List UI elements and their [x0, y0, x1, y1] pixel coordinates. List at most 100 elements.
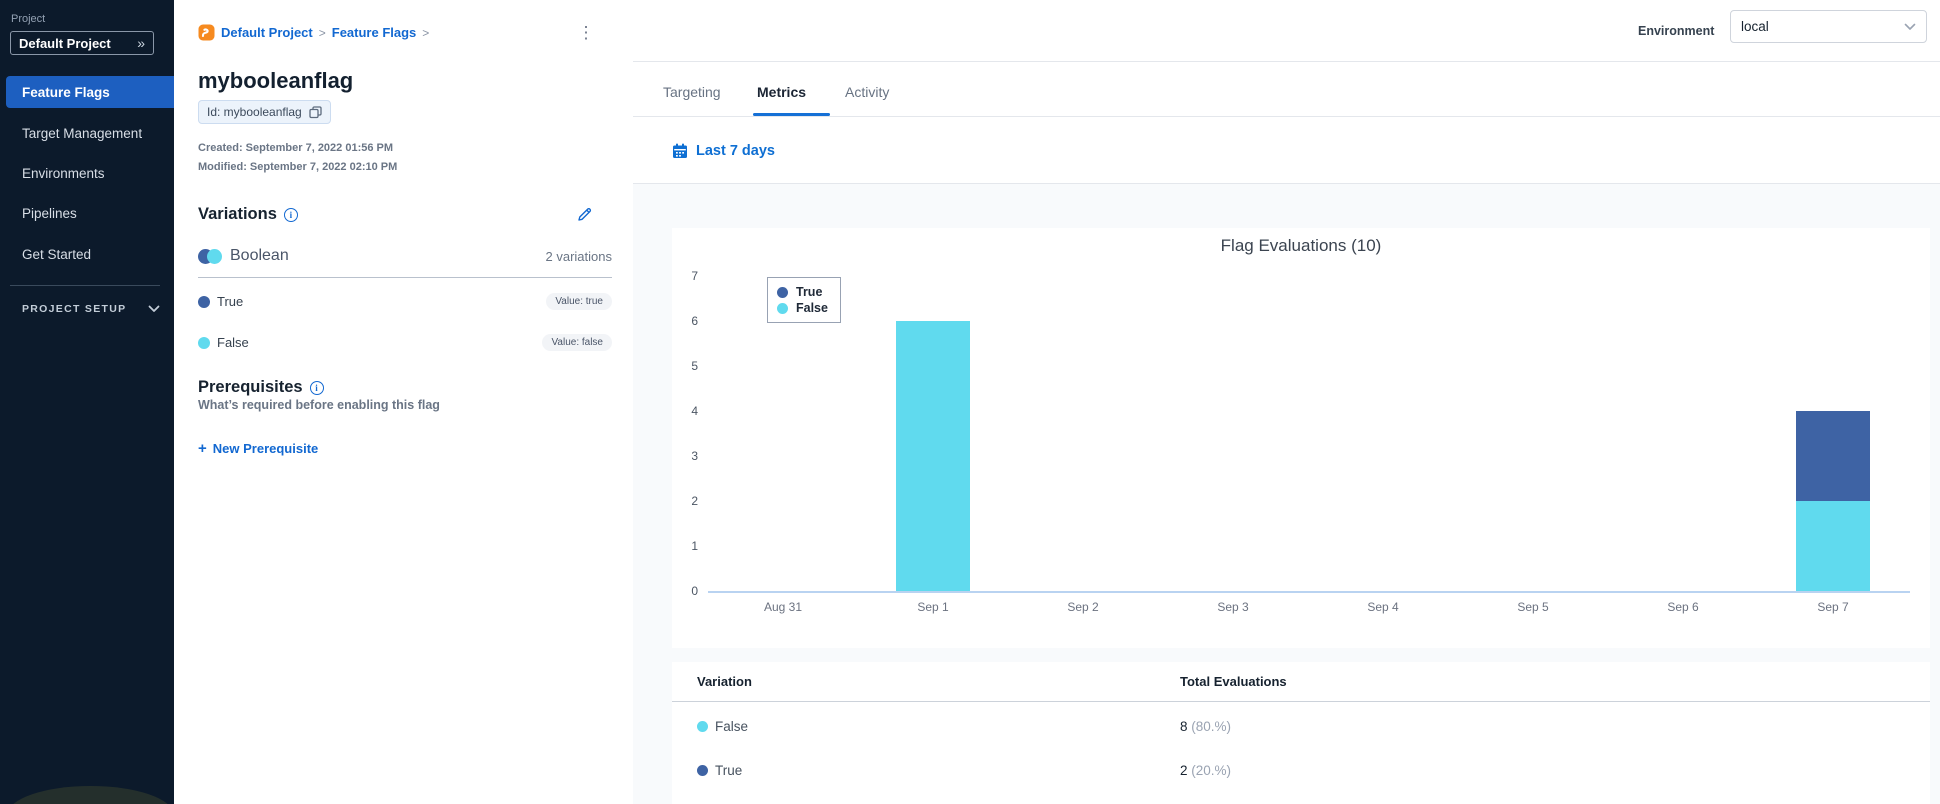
column-header-total-evaluations: Total Evaluations [1180, 674, 1287, 689]
new-prerequisite-button[interactable]: + New Prerequisite [198, 440, 318, 457]
prerequisites-description: What’s required before enabling this fla… [198, 398, 440, 412]
variation-row-true: True Value: true [198, 293, 612, 310]
breadcrumb-feature-flags-link[interactable]: Feature Flags [332, 25, 417, 40]
x-axis-tick: Aug 31 [763, 600, 803, 614]
tab-activity[interactable]: Activity [845, 84, 889, 100]
app-window: Project Default Project » Feature Flags … [0, 0, 1940, 804]
sidebar-item-target-management[interactable]: Target Management [0, 117, 174, 149]
y-axis-tick: 6 [691, 314, 698, 328]
variation-type-row: Boolean 2 variations [198, 247, 612, 265]
calendar-icon [672, 143, 688, 159]
evaluations-table: Variation Total Evaluations False 8 (80.… [672, 662, 1930, 804]
tabs-band [633, 62, 1940, 116]
range-divider [633, 183, 1940, 184]
table-row: False 8 (80.%) [672, 707, 1930, 751]
breadcrumb-project-link[interactable]: Default Project [221, 25, 313, 40]
y-axis-tick: 5 [691, 359, 698, 373]
x-axis-tick: Sep 4 [1367, 600, 1399, 614]
prerequisites-title: Prerequisites [198, 378, 303, 396]
variation-type-label: Boolean [230, 247, 289, 264]
double-chevron-icon: » [137, 35, 145, 51]
flag-evaluations-chart: Flag Evaluations (10) True False 0 1 2 3 4 5 6… [672, 228, 1930, 648]
info-icon[interactable]: i [283, 207, 298, 222]
table-header-row: Variation Total Evaluations [672, 662, 1930, 702]
sidebar-divider [10, 285, 160, 286]
variations-header: Variations i [198, 205, 298, 224]
true-dot [697, 765, 708, 776]
true-dot [198, 295, 210, 308]
project-setup-toggle[interactable]: PROJECT SETUP [22, 303, 160, 315]
variation-row-false: False Value: false [198, 334, 612, 351]
breadcrumb-separator: > [422, 25, 430, 40]
true-legend-dot [777, 286, 788, 298]
breadcrumb-separator: > [318, 25, 326, 40]
sidebar-item-feature-flags[interactable]: Feature Flags [6, 76, 174, 108]
y-axis-tick: 7 [691, 269, 698, 283]
x-axis-tick: Sep 3 [1217, 600, 1249, 614]
row-total-false: 8 (80.%) [1180, 719, 1232, 734]
variations-underline [198, 277, 612, 278]
boolean-type-icon [198, 248, 222, 264]
y-axis-tick: 4 [691, 404, 698, 418]
y-axis-tick: 1 [691, 539, 698, 553]
date-range-label: Last 7 days [696, 143, 775, 159]
breadcrumb: Default Project > Feature Flags > [198, 24, 429, 41]
variation-name: False [217, 335, 249, 350]
row-variation-true: True [697, 763, 742, 778]
chevron-down-icon [1904, 23, 1916, 31]
project-switcher[interactable]: Default Project » [10, 31, 154, 55]
flag-detail-panel: Default Project > Feature Flags > ⋮ mybo… [174, 0, 633, 804]
y-axis-tick: 3 [691, 449, 698, 463]
date-range-band [633, 117, 1940, 183]
row-total-true: 2 (20.%) [1180, 763, 1232, 778]
project-label: Project [11, 13, 46, 25]
bar-true-sep-7 [1796, 411, 1870, 501]
flag-modified: Modified: September 7, 2022 02:10 PM [198, 161, 398, 173]
plus-icon: + [198, 440, 207, 457]
x-axis-tick: Sep 7 [1817, 600, 1849, 614]
legend-item-false: False [777, 300, 828, 316]
flag-id-text: Id: mybooleanflag [207, 105, 302, 119]
environment-selected-value: local [1741, 19, 1769, 34]
sidebar-item-get-started[interactable]: Get Started [0, 238, 174, 270]
chart-legend: True False [767, 277, 841, 323]
variation-value-chip: Value: false [542, 334, 612, 351]
variation-value-chip: Value: true [546, 293, 612, 310]
variation-count: 2 variations [545, 248, 612, 264]
bar-false-sep-7 [1796, 501, 1870, 591]
tab-metrics[interactable]: Metrics [757, 84, 806, 100]
project-setup-label: PROJECT SETUP [22, 303, 127, 315]
bar-false-sep-1 [896, 321, 970, 591]
new-prerequisite-label: New Prerequisite [212, 441, 319, 456]
x-axis-tick: Sep 6 [1667, 600, 1699, 614]
flag-id-chip[interactable]: Id: mybooleanflag [198, 100, 331, 124]
prerequisites-header: Prerequisites i [198, 378, 324, 397]
sidebar-item-pipelines[interactable]: Pipelines [0, 197, 174, 229]
sidebar-item-environments[interactable]: Environments [0, 157, 174, 189]
mascot-image [8, 786, 173, 804]
false-dot [198, 336, 210, 349]
flag-created: Created: September 7, 2022 01:56 PM [198, 142, 394, 154]
variation-name: True [217, 294, 244, 309]
copy-icon[interactable] [309, 105, 322, 119]
x-axis-tick: Sep 5 [1517, 600, 1549, 614]
y-axis-tick: 2 [691, 494, 698, 508]
y-axis-tick: 0 [691, 584, 698, 598]
row-variation-false: False [697, 719, 748, 734]
kebab-menu-icon[interactable]: ⋮ [574, 20, 598, 48]
chevron-down-icon [148, 305, 160, 313]
sidebar: Project Default Project » Feature Flags … [0, 0, 174, 804]
false-legend-dot [777, 302, 788, 314]
date-range-button[interactable]: Last 7 days [672, 143, 775, 159]
environment-select[interactable]: local [1730, 10, 1927, 43]
x-axis-tick: Sep 2 [1067, 600, 1099, 614]
info-icon[interactable]: i [309, 380, 324, 395]
column-header-variation: Variation [697, 674, 752, 689]
project-name: Default Project [19, 35, 111, 51]
legend-item-true: True [777, 284, 828, 300]
edit-variations-icon[interactable] [576, 206, 593, 223]
false-dot [697, 721, 708, 732]
tab-targeting[interactable]: Targeting [663, 84, 721, 100]
chart-title: Flag Evaluations (10) [1220, 236, 1382, 255]
environment-label: Environment [1638, 24, 1715, 38]
